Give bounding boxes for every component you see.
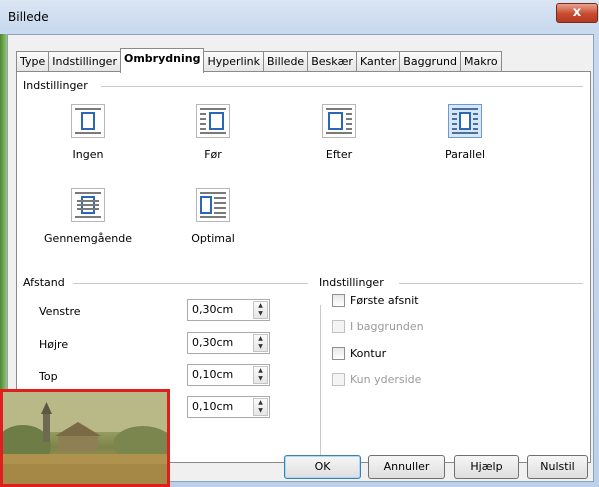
tab-background[interactable]: Baggrund	[399, 51, 461, 72]
spin-value: 0,10cm	[192, 368, 234, 381]
checkbox-label: Kontur	[350, 347, 387, 360]
tab-macro[interactable]: Makro	[460, 51, 502, 72]
wrap-option-label: Parallel	[444, 148, 486, 161]
title-bar: Billede x	[0, 0, 599, 34]
spin-arrows-icon[interactable]: ▲ ▼	[253, 301, 268, 319]
dialog-title: Billede	[8, 10, 49, 24]
spacing-top-label: Top	[39, 370, 58, 383]
group-divider	[399, 283, 583, 284]
in-background-checkbox: I baggrunden	[332, 320, 424, 333]
checkbox-box	[332, 320, 345, 333]
spin-arrows-icon[interactable]: ▲ ▼	[253, 398, 268, 416]
reset-button[interactable]: Nulstil	[527, 455, 588, 479]
wrap-through-icon	[71, 188, 105, 222]
checkbox-box[interactable]	[332, 294, 345, 307]
tab-borders[interactable]: Kanter	[355, 51, 401, 72]
background-strip	[0, 34, 7, 389]
wrap-option-label: Gennemgående	[44, 232, 132, 245]
checkbox-label: Første afsnit	[350, 294, 419, 307]
tab-wrap[interactable]: Ombrydning	[119, 48, 205, 73]
first-paragraph-checkbox[interactable]: Første afsnit	[332, 294, 419, 307]
dialog-window: Billede x Type Indstillinger Ombrydning …	[0, 0, 599, 487]
spin-value: 0,10cm	[192, 400, 234, 413]
tab-bar: Type Indstillinger Ombrydning Hyperlink …	[16, 48, 502, 73]
tab-settings[interactable]: Indstillinger	[48, 51, 121, 72]
contour-checkbox[interactable]: Kontur	[332, 347, 386, 360]
checkbox-label: Kun yderside	[350, 373, 422, 386]
wrap-option-label: Optimal	[191, 232, 235, 245]
wrap-option-before[interactable]: Før	[163, 104, 263, 161]
checkbox-box	[332, 373, 345, 386]
wrap-option-label: Før	[204, 148, 222, 161]
wrap-option-label: Ingen	[72, 148, 104, 161]
wrap-none-icon	[71, 104, 105, 138]
wrap-after-icon	[322, 104, 356, 138]
outside-only-checkbox: Kun yderside	[332, 373, 421, 386]
tab-hyperlink[interactable]: Hyperlink	[203, 51, 264, 72]
checkbox-label: I baggrunden	[350, 320, 424, 333]
wrap-option-after[interactable]: Efter	[289, 104, 389, 161]
spacing-top-input[interactable]: 0,10cm ▲ ▼	[187, 364, 270, 386]
tab-type[interactable]: Type	[16, 51, 50, 72]
wrap-option-none[interactable]: Ingen	[38, 104, 138, 161]
options-group-heading: Indstillinger	[319, 276, 384, 289]
wrap-option-through[interactable]: Gennemgående	[38, 188, 138, 245]
group-divider	[101, 86, 583, 87]
wrap-optimal-icon	[196, 188, 230, 222]
spin-value: 0,30cm	[192, 336, 234, 349]
wrap-parallel-icon	[448, 104, 482, 138]
landscape-painting-icon	[3, 392, 167, 484]
close-button[interactable]: x	[556, 3, 598, 23]
spin-arrows-icon[interactable]: ▲ ▼	[253, 334, 268, 352]
tab-crop[interactable]: Beskær	[307, 51, 357, 72]
spacing-bottom-input[interactable]: 0,10cm ▲ ▼	[187, 396, 270, 418]
wrap-before-icon	[196, 104, 230, 138]
wrap-option-parallel[interactable]: Parallel	[415, 104, 515, 161]
cancel-button[interactable]: Annuller	[368, 455, 445, 479]
ok-button[interactable]: OK	[284, 455, 361, 479]
group-divider	[73, 283, 308, 284]
spacing-right-label: Højre	[39, 338, 69, 351]
spin-value: 0,30cm	[192, 303, 234, 316]
wrap-group-heading: Indstillinger	[23, 79, 88, 92]
wrap-option-optimal[interactable]: Optimal	[163, 188, 263, 245]
tab-image[interactable]: Billede	[262, 51, 309, 72]
spacing-group-heading: Afstand	[23, 276, 65, 289]
spacing-left-label: Venstre	[39, 305, 81, 318]
spacing-right-input[interactable]: 0,30cm ▲ ▼	[187, 332, 270, 354]
group-separator	[320, 305, 321, 457]
checkbox-box[interactable]	[332, 347, 345, 360]
image-thumbnail	[0, 389, 170, 487]
wrap-option-label: Efter	[325, 148, 353, 161]
spacing-left-input[interactable]: 0,30cm ▲ ▼	[187, 299, 270, 321]
spin-arrows-icon[interactable]: ▲ ▼	[253, 366, 268, 384]
help-button[interactable]: Hjælp	[454, 455, 519, 479]
